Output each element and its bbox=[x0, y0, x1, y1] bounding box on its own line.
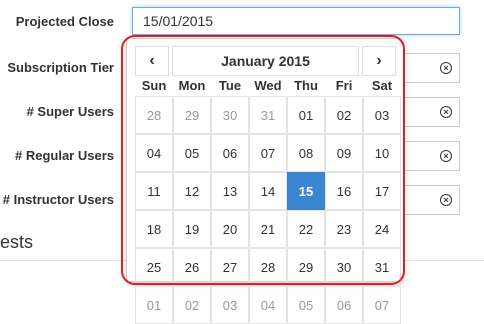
day-cell[interactable]: 31 bbox=[363, 248, 401, 286]
day-cell[interactable]: 07 bbox=[249, 134, 287, 172]
weekday-label: Sun bbox=[141, 78, 167, 93]
day-cell[interactable]: 29 bbox=[287, 248, 325, 286]
day-cell[interactable]: 08 bbox=[287, 134, 325, 172]
day-cell[interactable]: 30 bbox=[325, 248, 363, 286]
day-cell[interactable]: 29 bbox=[173, 96, 211, 134]
day-cell[interactable]: 24 bbox=[363, 210, 401, 248]
day-cell[interactable]: 10 bbox=[363, 134, 401, 172]
weekday-label: Mon bbox=[178, 78, 206, 93]
day-cell[interactable]: 07 bbox=[363, 286, 401, 324]
month-title[interactable]: January 2015 bbox=[172, 46, 359, 76]
datepicker-popup: ‹ January 2015 › Sun Mon Tue Wed Thu Fri Sat 2… bbox=[126, 38, 404, 324]
day-cell[interactable]: 02 bbox=[173, 286, 211, 324]
weekday-label: Sat bbox=[371, 78, 393, 93]
day-cell[interactable]: 11 bbox=[135, 172, 173, 210]
day-cell[interactable]: 28 bbox=[249, 248, 287, 286]
day-cell[interactable]: 23 bbox=[325, 210, 363, 248]
weekday-header-row: Sun Mon Tue Wed Thu Fri Sat bbox=[135, 78, 401, 93]
day-cell[interactable]: 05 bbox=[287, 286, 325, 324]
instructor-users-label: # Instructor Users bbox=[2, 192, 114, 207]
regular-users-label: # Regular Users bbox=[15, 148, 114, 163]
day-cell[interactable]: 06 bbox=[211, 134, 249, 172]
next-month-button[interactable]: › bbox=[362, 46, 396, 76]
chevron-right-icon: › bbox=[376, 52, 382, 69]
day-cell[interactable]: 22 bbox=[287, 210, 325, 248]
weekday-label: Wed bbox=[254, 78, 282, 93]
weekday-label: Tue bbox=[218, 78, 242, 93]
day-cell[interactable]: 06 bbox=[325, 286, 363, 324]
chevron-left-icon: ‹ bbox=[149, 52, 155, 69]
super-users-label: # Super Users bbox=[26, 104, 114, 119]
day-cell[interactable]: 25 bbox=[135, 248, 173, 286]
clear-icon[interactable]: × bbox=[440, 62, 452, 74]
day-cell[interactable]: 21 bbox=[249, 210, 287, 248]
day-cell[interactable]: 13 bbox=[211, 172, 249, 210]
projected-close-label: Projected Close bbox=[15, 14, 114, 29]
day-grid: 28 29 30 31 01 02 03 04 05 06 07 08 09 10 11 12 13 14 15 16… bbox=[135, 96, 401, 324]
day-cell[interactable]: 31 bbox=[249, 96, 287, 134]
clear-icon[interactable]: × bbox=[440, 150, 452, 162]
prev-month-button[interactable]: ‹ bbox=[135, 46, 169, 76]
subscription-tier-label: Subscription Tier bbox=[7, 60, 114, 75]
clear-icon[interactable]: × bbox=[440, 106, 452, 118]
day-cell[interactable]: 14 bbox=[249, 172, 287, 210]
weekday-label: Thu bbox=[294, 78, 318, 93]
day-cell[interactable]: 28 bbox=[135, 96, 173, 134]
day-cell[interactable]: 01 bbox=[135, 286, 173, 324]
day-cell[interactable]: 18 bbox=[135, 210, 173, 248]
day-cell[interactable]: 30 bbox=[211, 96, 249, 134]
day-cell[interactable]: 04 bbox=[249, 286, 287, 324]
section-heading: ests bbox=[0, 232, 34, 252]
day-cell[interactable]: 03 bbox=[363, 96, 401, 134]
weekday-label: Fri bbox=[335, 78, 353, 93]
day-cell[interactable]: 16 bbox=[325, 172, 363, 210]
day-cell-selected[interactable]: 15 bbox=[287, 172, 325, 210]
day-cell[interactable]: 26 bbox=[173, 248, 211, 286]
day-cell[interactable]: 04 bbox=[135, 134, 173, 172]
day-cell[interactable]: 27 bbox=[211, 248, 249, 286]
day-cell[interactable]: 20 bbox=[211, 210, 249, 248]
clear-icon[interactable]: × bbox=[440, 194, 452, 206]
day-cell[interactable]: 02 bbox=[325, 96, 363, 134]
day-cell[interactable]: 01 bbox=[287, 96, 325, 134]
day-cell[interactable]: 17 bbox=[363, 172, 401, 210]
projected-close-input[interactable] bbox=[132, 7, 460, 35]
day-cell[interactable]: 19 bbox=[173, 210, 211, 248]
day-cell[interactable]: 03 bbox=[211, 286, 249, 324]
day-cell[interactable]: 05 bbox=[173, 134, 211, 172]
day-cell[interactable]: 12 bbox=[173, 172, 211, 210]
datepicker-header: ‹ January 2015 › bbox=[135, 46, 396, 76]
day-cell[interactable]: 09 bbox=[325, 134, 363, 172]
